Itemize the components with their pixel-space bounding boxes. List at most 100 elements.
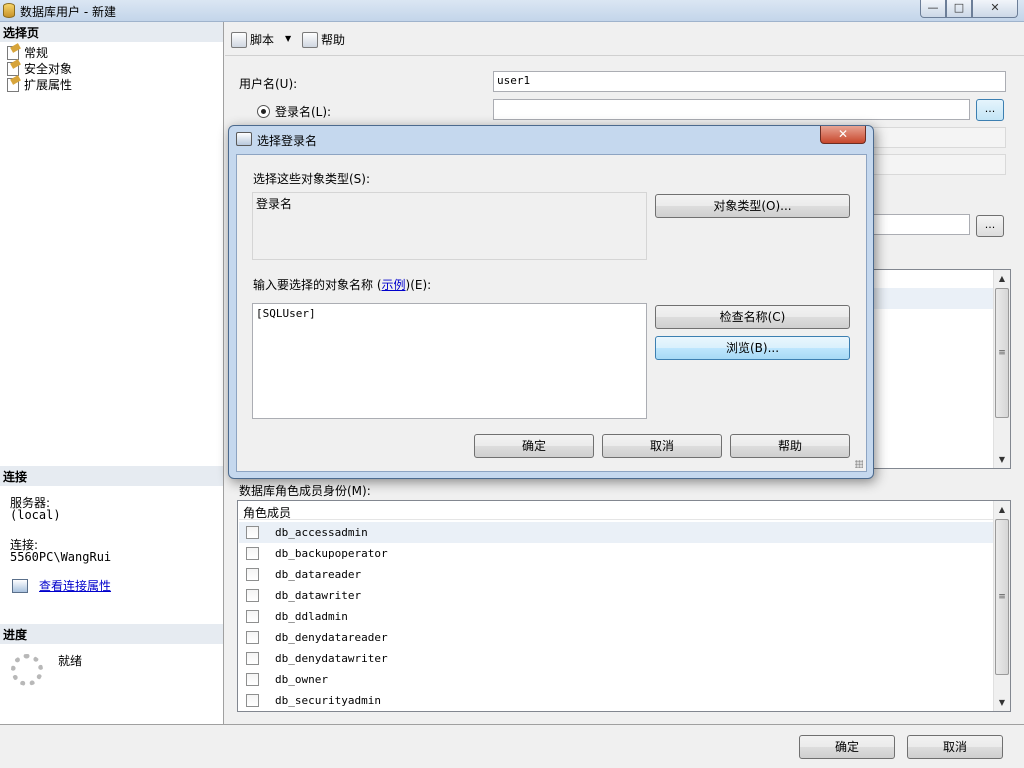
login-name-radio[interactable] <box>257 105 270 118</box>
check-names-button[interactable]: 检查名称(C) <box>655 305 850 329</box>
object-names-input[interactable]: [SQLUser] <box>252 303 647 419</box>
view-connection-properties-link[interactable]: 查看连接属性 <box>39 580 111 592</box>
login-browse-button[interactable]: ... <box>976 99 1004 121</box>
page-item-label: 扩展属性 <box>24 77 73 92</box>
owned-schemas-scrollbar[interactable]: ▲ ≡ ▼ <box>993 270 1010 468</box>
dialog-close-button[interactable]: ✕ <box>820 126 866 144</box>
bottom-bar: 确定 取消 <box>0 724 1024 768</box>
ok-button[interactable]: 确定 <box>799 735 895 759</box>
browse-button[interactable]: 浏览(B)... <box>655 336 850 360</box>
role-name: db_ddladmin <box>275 610 348 623</box>
connection-header: 连接 <box>0 466 223 486</box>
window-title-bar: 数据库用户 - 新建 — □ ✕ <box>0 0 1024 22</box>
database-icon <box>3 3 15 18</box>
minimize-button[interactable]: — <box>920 0 946 18</box>
table-row[interactable]: db_datareader <box>239 564 993 585</box>
role-checkbox[interactable] <box>246 673 259 686</box>
progress-spinner-icon <box>11 654 43 686</box>
page-item-extended-properties[interactable]: 扩展属性 <box>5 76 72 92</box>
select-page-header: 选择页 <box>0 22 223 42</box>
toolbar: 脚本 ▼ 帮助 <box>225 22 1024 56</box>
help-label: 帮助 <box>321 33 346 47</box>
role-checkbox[interactable] <box>246 547 259 560</box>
role-column-header[interactable]: 角色成员 <box>239 502 993 520</box>
script-label: 脚本 <box>250 33 275 47</box>
role-name: db_owner <box>275 673 328 686</box>
role-checkbox[interactable] <box>246 652 259 665</box>
role-checkbox[interactable] <box>246 631 259 644</box>
cancel-button[interactable]: 取消 <box>907 735 1003 759</box>
scroll-up-icon[interactable]: ▲ <box>994 501 1010 518</box>
username-label: 用户名(U): <box>239 77 298 91</box>
object-types-button[interactable]: 对象类型(O)... <box>655 194 850 218</box>
table-row[interactable]: db_accessadmin <box>239 522 993 543</box>
dialog-ok-button[interactable]: 确定 <box>474 434 594 458</box>
script-button[interactable]: 脚本 <box>231 31 274 48</box>
role-name: db_securityadmin <box>275 694 381 707</box>
left-panel: 选择页 常规 安全对象 扩展属性 连接 服务器: (local) 连接: 556… <box>0 22 224 724</box>
role-name: db_accessadmin <box>275 526 368 539</box>
role-membership-list[interactable]: 角色成员 db_accessadmin db_backupoperator db_d… <box>237 500 1011 712</box>
dialog-cancel-button[interactable]: 取消 <box>602 434 722 458</box>
scroll-down-icon[interactable]: ▼ <box>994 694 1010 711</box>
server-value: (local) <box>10 508 61 522</box>
table-row[interactable]: db_datawriter <box>239 585 993 606</box>
role-checkbox[interactable] <box>246 589 259 602</box>
schema-browse-button[interactable]: ... <box>976 215 1004 237</box>
dialog-title: 选择登录名 <box>257 134 318 148</box>
page-item-label: 安全对象 <box>24 61 73 76</box>
role-name: db_datareader <box>275 568 362 581</box>
table-row[interactable]: db_securityadmin <box>239 690 993 711</box>
table-row[interactable]: db_ddladmin <box>239 606 993 627</box>
role-membership-label: 数据库角色成员身份(M): <box>239 484 371 498</box>
table-row[interactable]: db_denydatawriter <box>239 648 993 669</box>
help-button[interactable]: 帮助 <box>302 31 345 48</box>
login-name-label: 登录名(L): <box>275 105 332 119</box>
connection-properties-icon <box>12 579 28 593</box>
role-checkbox[interactable] <box>246 610 259 623</box>
enter-names-label-text: 输入要选择的对象名称 ( <box>253 278 382 292</box>
enter-names-label: 输入要选择的对象名称 (示例)(E): <box>253 276 431 293</box>
examples-link[interactable]: 示例 <box>382 278 406 292</box>
help-icon <box>302 31 318 48</box>
object-types-display: 登录名 <box>252 192 647 260</box>
scroll-thumb[interactable]: ≡ <box>995 288 1009 418</box>
role-name: db_datawriter <box>275 589 362 602</box>
table-row[interactable]: db_backupoperator <box>239 543 993 564</box>
role-checkbox[interactable] <box>246 694 259 707</box>
script-icon <box>231 31 247 48</box>
role-list-scrollbar[interactable]: ▲ ≡ ▼ <box>993 501 1010 711</box>
window-title: 数据库用户 - 新建 <box>20 5 116 19</box>
role-name: db_backupoperator <box>275 547 388 560</box>
role-name: db_denydatareader <box>275 631 388 644</box>
resize-grip-icon[interactable] <box>855 460 863 468</box>
script-dropdown-button[interactable]: ▼ <box>285 34 291 43</box>
page-icon <box>5 77 21 92</box>
connection-value: 5560PC\WangRui <box>10 550 112 564</box>
select-login-dialog: 选择登录名 ✕ 选择这些对象类型(S): 登录名 对象类型(O)... 输入要选… <box>228 125 874 479</box>
page-icon <box>5 61 21 76</box>
table-row[interactable]: db_denydatareader <box>239 627 993 648</box>
role-checkbox[interactable] <box>246 526 259 539</box>
username-input[interactable]: user1 <box>493 71 1006 92</box>
page-item-general[interactable]: 常规 <box>5 44 48 60</box>
scroll-down-icon[interactable]: ▼ <box>994 451 1010 468</box>
role-name: db_denydatawriter <box>275 652 388 665</box>
page-item-securables[interactable]: 安全对象 <box>5 60 72 76</box>
maximize-button[interactable]: □ <box>946 0 972 18</box>
progress-header: 进度 <box>0 624 223 644</box>
role-checkbox[interactable] <box>246 568 259 581</box>
object-types-label: 选择这些对象类型(S): <box>253 172 371 186</box>
dialog-help-button[interactable]: 帮助 <box>730 434 850 458</box>
progress-status: 就绪 <box>58 654 83 668</box>
dialog-body: 选择这些对象类型(S): 登录名 对象类型(O)... 输入要选择的对象名称 (… <box>236 154 867 472</box>
page-icon <box>5 45 21 60</box>
page-item-label: 常规 <box>24 45 49 60</box>
login-name-input[interactable] <box>493 99 970 120</box>
enter-names-label-suffix: )(E): <box>405 278 432 292</box>
users-icon <box>236 132 252 146</box>
scroll-up-icon[interactable]: ▲ <box>994 270 1010 287</box>
table-row[interactable]: db_owner <box>239 669 993 690</box>
scroll-thumb[interactable]: ≡ <box>995 519 1009 675</box>
close-window-button[interactable]: ✕ <box>972 0 1018 18</box>
